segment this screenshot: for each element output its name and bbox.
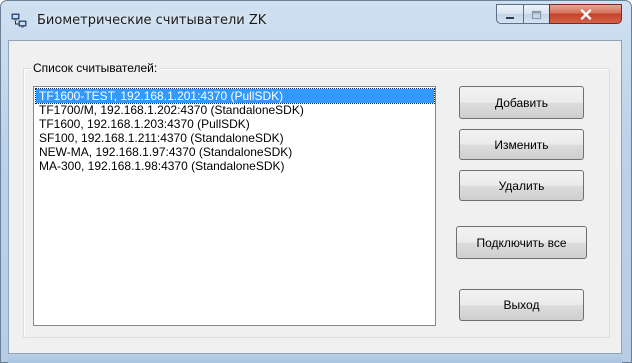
minimize-button[interactable] — [496, 4, 523, 24]
list-item[interactable]: MA-300, 192.168.1.98:4370 (StandaloneSDK… — [36, 159, 288, 173]
list-item[interactable]: NEW-MA, 192.168.1.97:4370 (StandaloneSDK… — [36, 145, 295, 159]
list-item[interactable]: TF1700/M, 192.168.1.202:4370 (Standalone… — [36, 103, 307, 117]
list-item[interactable]: TF1600-TEST, 192.168.1.201:4370 (PullSDK… — [35, 88, 435, 104]
caption-buttons — [496, 4, 622, 24]
minimize-icon — [505, 5, 516, 24]
network-computers-icon — [11, 13, 27, 29]
list-item[interactable]: TF1600, 192.168.1.203:4370 (PullSDK) — [36, 117, 253, 131]
exit-button[interactable]: Выход — [459, 289, 584, 321]
edit-button[interactable]: Изменить — [459, 129, 584, 160]
readers-group-label: Список считывателей: — [31, 61, 160, 75]
list-item[interactable]: SF100, 192.168.1.211:4370 (StandaloneSDK… — [36, 131, 287, 145]
window-title: Биометрические считыватели ZK — [37, 13, 267, 28]
close-button[interactable] — [549, 4, 622, 24]
maximize-icon — [531, 5, 542, 24]
close-icon — [580, 5, 592, 24]
maximize-button[interactable] — [523, 4, 549, 24]
readers-listbox[interactable]: TF1600-TEST, 192.168.1.201:4370 (PullSDK… — [33, 86, 436, 326]
add-button[interactable]: Добавить — [459, 86, 584, 119]
delete-button[interactable]: Удалить — [459, 170, 584, 201]
connect-all-button[interactable]: Подключить все — [456, 226, 587, 259]
title-bar[interactable]: Биометрические считыватели ZK — [1, 1, 631, 41]
window-bottom-frame — [8, 354, 622, 363]
